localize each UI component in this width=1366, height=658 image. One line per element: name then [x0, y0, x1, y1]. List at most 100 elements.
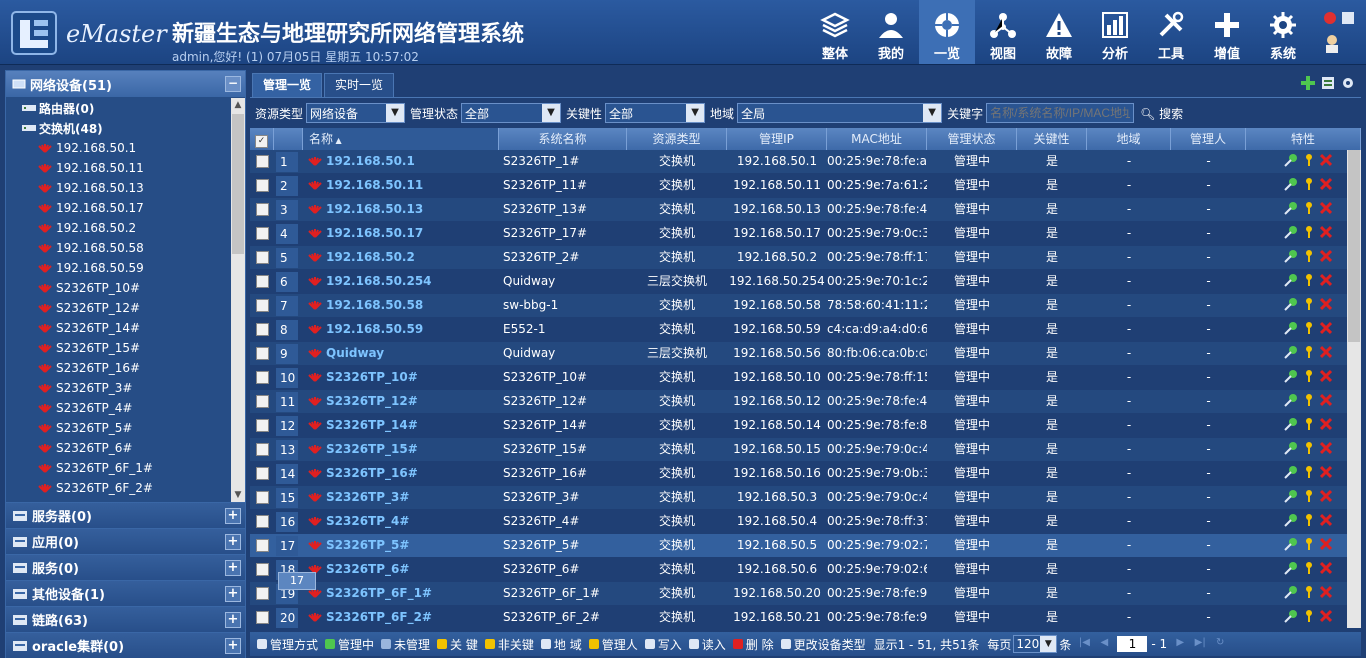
device-name-link[interactable]: S2326TP_4# — [308, 510, 498, 533]
column-header[interactable]: 管理人 — [1171, 128, 1246, 150]
scroll-up-arrow[interactable]: ▲ — [231, 98, 245, 112]
key-icon[interactable] — [1303, 489, 1315, 503]
column-header[interactable]: 资源类型 — [627, 128, 727, 150]
device-name-link[interactable]: S2326TP_15# — [308, 438, 498, 461]
add-icon[interactable] — [1301, 76, 1315, 90]
manage-icon[interactable] — [1284, 249, 1298, 263]
delete-icon[interactable] — [1320, 201, 1332, 215]
tree-scrollbar[interactable]: ▲ ▼ — [231, 98, 245, 502]
column-header[interactable]: 管理状态 — [927, 128, 1017, 150]
device-name-link[interactable]: S2326TP_3# — [308, 486, 498, 509]
manage-icon[interactable] — [1284, 609, 1298, 623]
nav-gear[interactable]: 系统 — [1255, 0, 1311, 64]
delete-icon[interactable] — [1320, 489, 1332, 503]
last-page-icon[interactable]: ▶| — [1193, 637, 1207, 651]
network-devices-header[interactable]: 网络设备(51) − — [6, 71, 245, 97]
table-row[interactable]: 20 S2326TP_6F_2# S2326TP_6F_2# 交换机 192.168.5… — [250, 606, 1347, 628]
tree-item-device[interactable]: S2326TP_16# — [6, 358, 230, 378]
device-name-link[interactable]: 192.168.50.17 — [308, 222, 498, 245]
next-page-icon[interactable]: ▶ — [1173, 637, 1187, 651]
table-row[interactable]: 5 192.168.50.2 S2326TP_2# 交换机 192.168.50.2 00… — [250, 246, 1347, 269]
key-icon[interactable] — [1303, 393, 1315, 407]
category-server[interactable]: 服务器(0) + — [6, 502, 245, 528]
row-checkbox[interactable] — [256, 395, 269, 408]
device-name-link[interactable]: S2326TP_6# — [308, 558, 498, 581]
table-row[interactable]: 12 S2326TP_14# S2326TP_14# 交换机 192.168.50.14… — [250, 414, 1347, 437]
tree-item-device[interactable]: S2326TP_15# — [6, 338, 230, 358]
table-row[interactable]: 10 S2326TP_10# S2326TP_10# 交换机 192.168.50.10… — [250, 366, 1347, 389]
row-checkbox[interactable] — [256, 323, 269, 336]
manage-icon[interactable] — [1284, 153, 1298, 167]
table-row[interactable]: 6 192.168.50.254 Quidway 三层交换机 192.168.50.25… — [250, 270, 1347, 293]
key-icon[interactable] — [1303, 177, 1315, 191]
delete-icon[interactable] — [1320, 417, 1332, 431]
tree-group[interactable]: 路由器(0) — [6, 98, 230, 118]
tree-item-device[interactable]: S2326TP_4# — [6, 398, 230, 418]
device-name-link[interactable]: 192.168.50.11 — [308, 174, 498, 197]
expand-button[interactable]: + — [225, 637, 241, 654]
toolbar-manage-mode-button[interactable]: 管理方式 — [256, 636, 318, 653]
manage-icon[interactable] — [1284, 417, 1298, 431]
row-checkbox[interactable] — [256, 563, 269, 576]
nav-tools[interactable]: 工具 — [1143, 0, 1199, 64]
column-header[interactable]: 关键性 — [1017, 128, 1087, 150]
toolbar-region-button[interactable]: 地 域 — [540, 636, 582, 653]
key-icon[interactable] — [1303, 441, 1315, 455]
device-name-link[interactable]: 192.168.50.58 — [308, 294, 498, 317]
device-name-link[interactable]: Quidway — [308, 342, 498, 365]
table-row[interactable]: 4 192.168.50.17 S2326TP_17# 交换机 192.168.50.1… — [250, 222, 1347, 245]
row-checkbox[interactable] — [256, 443, 269, 456]
delete-icon[interactable] — [1320, 225, 1332, 239]
device-name-link[interactable]: 192.168.50.13 — [308, 198, 498, 221]
delete-icon[interactable] — [1320, 561, 1332, 575]
expand-button[interactable]: + — [225, 611, 241, 628]
manage-icon[interactable] — [1284, 441, 1298, 455]
row-checkbox[interactable] — [256, 179, 269, 192]
column-header[interactable]: 管理IP — [727, 128, 827, 150]
nav-plus[interactable]: 增值 — [1199, 0, 1255, 64]
category-oracle-cluster[interactable]: oracle集群(0) + — [6, 632, 245, 658]
tree-item-device[interactable]: 192.168.50.58 — [6, 238, 230, 258]
first-page-icon[interactable]: |◀ — [1077, 637, 1091, 651]
toolbar-managed-button[interactable]: 管理中 — [324, 636, 374, 653]
nav-overview[interactable]: 一览 — [919, 0, 975, 64]
delete-icon[interactable] — [1320, 441, 1332, 455]
alarm-and-user-icon[interactable] — [1318, 8, 1362, 56]
table-scroll-thumb[interactable] — [1348, 150, 1360, 342]
row-checkbox[interactable] — [256, 251, 269, 264]
scroll-down-arrow[interactable]: ▼ — [231, 488, 245, 502]
mgmt-status-select[interactable]: 全部 ▼ — [461, 103, 562, 123]
tree-item-device[interactable]: S2326TP_6F_2# — [6, 478, 230, 498]
nav-layers[interactable]: 整体 — [807, 0, 863, 64]
toolbar-non-key-button[interactable]: 非关键 — [484, 636, 534, 653]
toolbar-key-button[interactable]: 关 键 — [436, 636, 478, 653]
table-row[interactable]: 17 S2326TP_5# S2326TP_5# 交换机 192.168.50.5 00:… — [250, 534, 1347, 557]
toolbar-owner-button[interactable]: 管理人 — [588, 636, 638, 653]
column-header[interactable]: 特性 — [1246, 128, 1361, 150]
manage-icon[interactable] — [1284, 345, 1298, 359]
manage-icon[interactable] — [1284, 537, 1298, 551]
row-checkbox[interactable] — [256, 515, 269, 528]
tree-item-device[interactable]: 192.168.50.11 — [6, 158, 230, 178]
select-all-checkbox[interactable]: ✓ — [250, 128, 274, 150]
delete-icon[interactable] — [1320, 585, 1332, 599]
manage-icon[interactable] — [1284, 465, 1298, 479]
table-row[interactable]: 8 192.168.50.59 E552-1 交换机 192.168.50.59 c4:c… — [250, 318, 1347, 341]
table-row[interactable]: 14 S2326TP_16# S2326TP_16# 交换机 192.168.50.16… — [250, 462, 1347, 485]
tree-group[interactable]: 交换机(48) — [6, 118, 230, 138]
device-name-link[interactable]: S2326TP_6F_1# — [308, 582, 498, 605]
expand-button[interactable]: + — [225, 585, 241, 602]
nav-topology[interactable]: 视图 — [975, 0, 1031, 64]
delete-icon[interactable] — [1320, 153, 1332, 167]
tab-realtime[interactable]: 实时一览 — [324, 73, 395, 97]
manage-icon[interactable] — [1284, 513, 1298, 527]
expand-button[interactable]: + — [225, 559, 241, 576]
tree-item-device[interactable]: 192.168.50.17 — [6, 198, 230, 218]
row-checkbox[interactable] — [256, 419, 269, 432]
delete-icon[interactable] — [1320, 609, 1332, 623]
column-header[interactable]: 系统名称 — [499, 128, 627, 150]
column-header[interactable]: 名称 ▲ — [303, 128, 499, 150]
row-checkbox[interactable] — [256, 371, 269, 384]
refresh-icon[interactable]: ↻ — [1213, 637, 1227, 651]
export-icon[interactable] — [1321, 76, 1335, 90]
